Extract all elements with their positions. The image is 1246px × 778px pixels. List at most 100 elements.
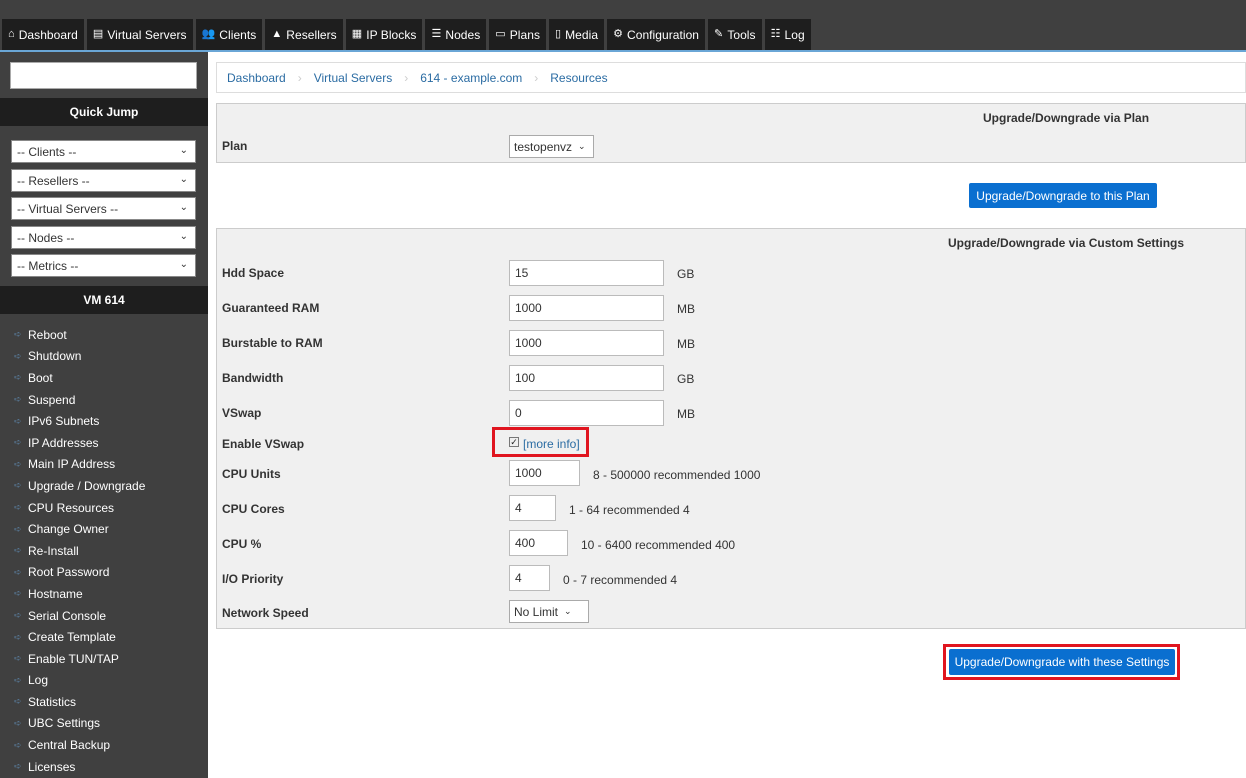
menu-item-cpu-resources[interactable]: ➪ CPU Resources xyxy=(0,497,208,519)
menu-item-label: Enable TUN/TAP xyxy=(28,651,119,666)
menu-item-suspend[interactable]: ➪ Suspend xyxy=(0,389,208,411)
arrow-right-icon: ➪ xyxy=(14,653,22,664)
cpu-percent-input[interactable]: 400 xyxy=(509,530,568,556)
tab-tools[interactable]: ✎ Tools xyxy=(708,19,762,50)
tab-resellers[interactable]: ▲ Resellers xyxy=(265,19,343,50)
tab-plans[interactable]: ▭ Plans xyxy=(489,19,547,50)
chevron-down-icon: ⌄ xyxy=(179,202,188,213)
tab-label: Virtual Servers xyxy=(107,27,187,42)
io-priority-input[interactable]: 4 xyxy=(509,565,550,591)
menu-item-main-ip-address[interactable]: ➪ Main IP Address xyxy=(0,454,208,476)
tab-ip-blocks[interactable]: ▦ IP Blocks xyxy=(345,19,423,50)
menu-item-re-install[interactable]: ➪ Re-Install xyxy=(0,540,208,562)
bandwidth-input[interactable]: 100 xyxy=(509,365,664,391)
guaranteed-ram-input[interactable]: 1000 xyxy=(509,295,664,321)
vswap-input[interactable]: 0 xyxy=(509,400,664,426)
metrics-select[interactable]: -- Metrics -- ⌄ xyxy=(11,254,196,277)
vm-heading: VM 614 xyxy=(0,286,208,314)
arrow-right-icon: ➪ xyxy=(14,372,22,383)
tab-label: Dashboard xyxy=(18,27,78,42)
hdd-space-input[interactable]: 15 xyxy=(509,260,664,286)
bandwidth-label: Bandwidth xyxy=(222,371,284,385)
menu-item-root-password[interactable]: ➪ Root Password xyxy=(0,562,208,584)
breadcrumb-virtual-servers[interactable]: Virtual Servers xyxy=(314,71,392,85)
network-speed-select[interactable]: No Limit ⌄ xyxy=(509,600,589,623)
menu-item-licenses[interactable]: ➪ Licenses xyxy=(0,756,208,778)
menu-item-ip-addresses[interactable]: ➪ IP Addresses xyxy=(0,432,208,454)
menu-item-label: Suspend xyxy=(28,392,76,407)
file-icon: ▯ xyxy=(555,28,562,40)
cpu-percent-label: CPU % xyxy=(222,537,262,551)
plan-select[interactable]: testopenvz ⌄ xyxy=(509,135,594,158)
arrow-right-icon: ➪ xyxy=(14,329,22,340)
menu-item-shutdown[interactable]: ➪ Shutdown xyxy=(0,346,208,368)
tab-media[interactable]: ▯ Media xyxy=(549,19,605,50)
menu-item-label: Central Backup xyxy=(28,738,111,753)
tab-log[interactable]: ☷ Log xyxy=(764,19,811,50)
bandwidth-unit: GB xyxy=(677,372,695,386)
tab-virtual-servers[interactable]: ▤ Virtual Servers xyxy=(86,19,193,50)
menu-item-reboot[interactable]: ➪ Reboot xyxy=(0,324,208,346)
tab-clients[interactable]: 👥 Clients xyxy=(195,19,263,50)
tab-configuration[interactable]: ⚙ Configuration xyxy=(607,19,706,50)
cpu-cores-label: CPU Cores xyxy=(222,502,285,516)
menu-item-create-template[interactable]: ➪ Create Template xyxy=(0,626,208,648)
search-input[interactable] xyxy=(10,62,197,89)
cpu-units-input[interactable]: 1000 xyxy=(509,460,580,486)
custom-section-title: Upgrade/Downgrade via Custom Settings xyxy=(948,236,1185,250)
tab-nodes[interactable]: ☰ Nodes xyxy=(425,19,487,50)
breadcrumb-server[interactable]: 614 - example.com xyxy=(420,71,522,85)
menu-item-label: IPv6 Subnets xyxy=(28,414,100,429)
chevron-down-icon: ⌄ xyxy=(564,606,572,616)
upgrade-custom-settings-button[interactable]: Upgrade/Downgrade with these Settings xyxy=(949,649,1175,675)
menu-item-upgrade-downgrade[interactable]: ➪ Upgrade / Downgrade xyxy=(0,475,208,497)
menu-item-ipv6-subnets[interactable]: ➪ IPv6 Subnets xyxy=(0,410,208,432)
menu-item-serial-console[interactable]: ➪ Serial Console xyxy=(0,605,208,627)
chevron-down-icon: ⌄ xyxy=(179,231,188,242)
virtual-servers-select[interactable]: -- Virtual Servers -- ⌄ xyxy=(11,197,196,220)
arrow-right-icon: ➪ xyxy=(14,761,22,772)
plan-section-title: Upgrade/Downgrade via Plan xyxy=(983,111,1150,125)
menu-item-log[interactable]: ➪ Log xyxy=(0,670,208,692)
nodes-select[interactable]: -- Nodes -- ⌄ xyxy=(11,226,196,249)
breadcrumb-dashboard[interactable]: Dashboard xyxy=(227,71,286,85)
tab-label: Plans xyxy=(509,27,541,42)
user-icon: ▲ xyxy=(271,28,283,40)
clients-select[interactable]: -- Clients -- ⌄ xyxy=(11,140,196,163)
menu-item-central-backup[interactable]: ➪ Central Backup xyxy=(0,734,208,756)
menu-item-boot[interactable]: ➪ Boot xyxy=(0,367,208,389)
arrow-right-icon: ➪ xyxy=(14,523,22,534)
server-list-icon: ▤ xyxy=(92,28,104,40)
cpu-cores-input[interactable]: 4 xyxy=(509,495,556,521)
burstable-ram-input[interactable]: 1000 xyxy=(509,330,664,356)
arrow-right-icon: ➪ xyxy=(14,458,22,469)
menu-item-label: Reboot xyxy=(28,327,67,342)
tab-label: Configuration xyxy=(627,27,700,42)
hdd-space-label: Hdd Space xyxy=(222,266,285,280)
burstable-ram-label: Burstable to RAM xyxy=(222,336,323,350)
cpu-cores-hint: 1 - 64 recommended 4 xyxy=(569,503,690,517)
top-nav-bar: ⌂ Dashboard ▤ Virtual Servers 👥 Clients ▲ Re… xyxy=(0,0,1246,52)
tab-label: Tools xyxy=(727,27,756,42)
hdd-space-unit: GB xyxy=(677,267,695,281)
menu-item-label: Log xyxy=(28,673,49,688)
guaranteed-ram-label: Guaranteed RAM xyxy=(222,301,320,315)
wrench-icon: ✎ xyxy=(714,28,724,40)
upgrade-to-plan-button[interactable]: Upgrade/Downgrade to this Plan xyxy=(969,183,1157,208)
menu-item-hostname[interactable]: ➪ Hostname xyxy=(0,583,208,605)
breadcrumb-resources[interactable]: Resources xyxy=(550,71,607,85)
resellers-select[interactable]: -- Resellers -- ⌄ xyxy=(11,169,196,192)
menu-item-label: UBC Settings xyxy=(28,716,101,731)
breadcrumb: Dashboard › Virtual Servers › 614 - exam… xyxy=(216,62,1246,93)
tab-dashboard[interactable]: ⌂ Dashboard xyxy=(2,19,84,50)
menu-item-label: Boot xyxy=(28,370,53,385)
menu-item-statistics[interactable]: ➪ Statistics xyxy=(0,691,208,713)
menu-item-change-owner[interactable]: ➪ Change Owner xyxy=(0,518,208,540)
menu-item-enable-tun-tap[interactable]: ➪ Enable TUN/TAP xyxy=(0,648,208,670)
arrow-right-icon: ➪ xyxy=(14,739,22,750)
list-icon: ☰ xyxy=(431,28,442,40)
breadcrumb-separator: › xyxy=(297,70,302,85)
menu-item-ubc-settings[interactable]: ➪ UBC Settings xyxy=(0,713,208,735)
plan-label: Plan xyxy=(222,139,248,153)
menu-item-label: Main IP Address xyxy=(28,457,116,472)
